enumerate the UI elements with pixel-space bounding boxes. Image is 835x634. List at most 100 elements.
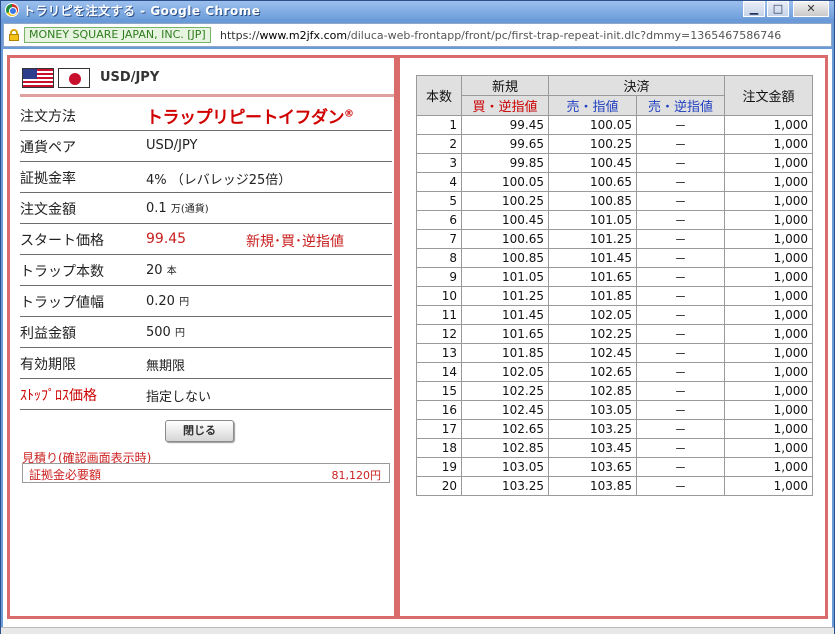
header-divider — [20, 94, 394, 97]
close-window-button[interactable]: ✕ — [793, 1, 829, 17]
stop-price: － — [636, 305, 725, 325]
ev-certificate-badge[interactable]: MONEY SQUARE JAPAN, INC. [JP] — [24, 27, 211, 43]
settle-price: 102.25 — [548, 324, 637, 344]
title-bar: トラリピを注文する - Google Chrome ▁ □ ✕ — [1, 1, 834, 19]
maximize-button[interactable]: □ — [767, 1, 789, 17]
trap-number: 14 — [416, 362, 462, 382]
order-amount: 1,000 — [724, 476, 813, 496]
row-key: 注文方法 — [20, 109, 76, 125]
stop-price: － — [636, 248, 725, 268]
order-amount: 1,000 — [724, 191, 813, 211]
stop-price: － — [636, 476, 725, 496]
new-price: 100.25 — [461, 191, 549, 211]
order-amount: 1,000 — [724, 210, 813, 230]
order-amount: 1,000 — [724, 305, 813, 325]
new-price: 103.25 — [461, 476, 549, 496]
order-row-method: 注文方法 トラップリピートイフダン® — [20, 100, 392, 131]
margin-required-label: 証拠金必要額 — [29, 468, 102, 482]
window-title: トラリピを注文する - Google Chrome — [23, 4, 261, 18]
trap-number: 19 — [416, 457, 462, 477]
row-key: 有効期限 — [20, 357, 76, 373]
order-row-trap-width: トラップ値幅 0.20 円 — [20, 286, 392, 317]
new-price: 102.65 — [461, 419, 549, 439]
settle-price: 101.25 — [548, 229, 637, 249]
address-bar[interactable]: MONEY SQUARE JAPAN, INC. [JP] https://ww… — [3, 23, 832, 47]
table-row: 10 101.25 101.85 － 1,000 — [416, 286, 813, 306]
minimize-button[interactable]: ▁ — [743, 1, 765, 17]
trap-number: 18 — [416, 438, 462, 458]
trap-number: 3 — [416, 153, 462, 173]
settle-price: 101.85 — [548, 286, 637, 306]
settle-price: 101.45 — [548, 248, 637, 268]
trap-width-value: 0.20 — [146, 294, 175, 309]
table-row: 19 103.05 103.65 － 1,000 — [416, 457, 813, 477]
settle-price: 100.45 — [548, 153, 637, 173]
table-row: 11 101.45 102.05 － 1,000 — [416, 305, 813, 325]
settle-price: 103.45 — [548, 438, 637, 458]
table-row: 16 102.45 103.05 － 1,000 — [416, 400, 813, 420]
table-row: 5 100.25 100.85 － 1,000 — [416, 191, 813, 211]
order-method-name: トラップリピートイフダン — [146, 108, 345, 128]
page-content: USD/JPY 注文方法 トラップリピートイフダン® 通貨ペア USD/JPY … — [3, 49, 832, 627]
stop-price: － — [636, 153, 725, 173]
settle-price: 102.65 — [548, 362, 637, 382]
new-price: 100.45 — [461, 210, 549, 230]
new-price: 100.85 — [461, 248, 549, 268]
stop-price: － — [636, 324, 725, 344]
start-price-value: 99.45 — [146, 231, 187, 247]
row-key: 通貨ペア — [20, 140, 76, 156]
us-flag-icon — [22, 68, 54, 88]
order-amount: 1,000 — [724, 134, 813, 154]
settle-price: 100.85 — [548, 191, 637, 211]
row-key: 証拠金率 — [20, 171, 76, 187]
settle-price: 103.05 — [548, 400, 637, 420]
url-text[interactable]: https://www.m2jfx.com/diluca-web-frontap… — [220, 29, 781, 42]
order-row-pair: 通貨ペア USD/JPY — [20, 131, 392, 162]
row-value: 20 本 — [146, 262, 177, 278]
profit-value: 500 — [146, 325, 171, 340]
settle-price: 101.05 — [548, 210, 637, 230]
table-row: 20 103.25 103.85 － 1,000 — [416, 476, 813, 496]
url-scheme: https:// — [220, 29, 260, 42]
trap-number: 17 — [416, 419, 462, 439]
stop-price: － — [636, 210, 725, 230]
trap-number: 8 — [416, 248, 462, 268]
header-settle-sell-limit: 売・指値 — [548, 95, 637, 116]
leverage-text: （レバレッジ25倍） — [170, 173, 292, 188]
order-amount: 1,000 — [724, 343, 813, 363]
trap-width-unit: 円 — [179, 297, 190, 308]
new-price: 101.85 — [461, 343, 549, 363]
order-amount: 1,000 — [724, 248, 813, 268]
order-amount: 1,000 — [724, 400, 813, 420]
margin-required-value: 81,120円 — [331, 469, 382, 482]
order-amount: 1,000 — [724, 229, 813, 249]
table-row: 15 102.25 102.85 － 1,000 — [416, 381, 813, 401]
table-row: 13 101.85 102.45 － 1,000 — [416, 343, 813, 363]
margin-rate-value: 4% — [146, 173, 167, 188]
row-value: 0.20 円 — [146, 293, 189, 309]
table-row: 8 100.85 101.45 － 1,000 — [416, 248, 813, 268]
row-key: トラップ値幅 — [20, 295, 104, 311]
settle-price: 103.85 — [548, 476, 637, 496]
trap-table-body: 1 99.45 100.05 － 1,000 2 99.65 100.25 － 1,000 3 99.… — [416, 115, 813, 496]
order-row-profit: 利益金額 500 円 — [20, 317, 392, 348]
row-value: USD/JPY — [146, 138, 198, 153]
lock-icon — [9, 29, 19, 41]
trap-number: 1 — [416, 115, 462, 135]
table-row: 4 100.05 100.65 － 1,000 — [416, 172, 813, 192]
order-amount: 1,000 — [724, 172, 813, 192]
header-settle-sell-stop: 売・逆指値 — [636, 95, 725, 116]
stop-price: － — [636, 400, 725, 420]
new-price: 102.45 — [461, 400, 549, 420]
header-new: 新規 — [461, 75, 549, 96]
order-row-trap-count: トラップ本数 20 本 — [20, 255, 392, 286]
new-price: 102.05 — [461, 362, 549, 382]
trap-count-value: 20 — [146, 263, 163, 278]
order-row-expiry: 有効期限 無期限 — [20, 348, 392, 379]
order-row-stop-loss: ｽﾄｯﾌﾟﾛｽ価格 指定しない — [20, 379, 392, 410]
close-button[interactable]: 閉じる — [165, 420, 234, 442]
row-value: 0.1 万(通貨) — [146, 200, 209, 216]
new-price: 103.05 — [461, 457, 549, 477]
stop-price: － — [636, 191, 725, 211]
stop-price: － — [636, 457, 725, 477]
